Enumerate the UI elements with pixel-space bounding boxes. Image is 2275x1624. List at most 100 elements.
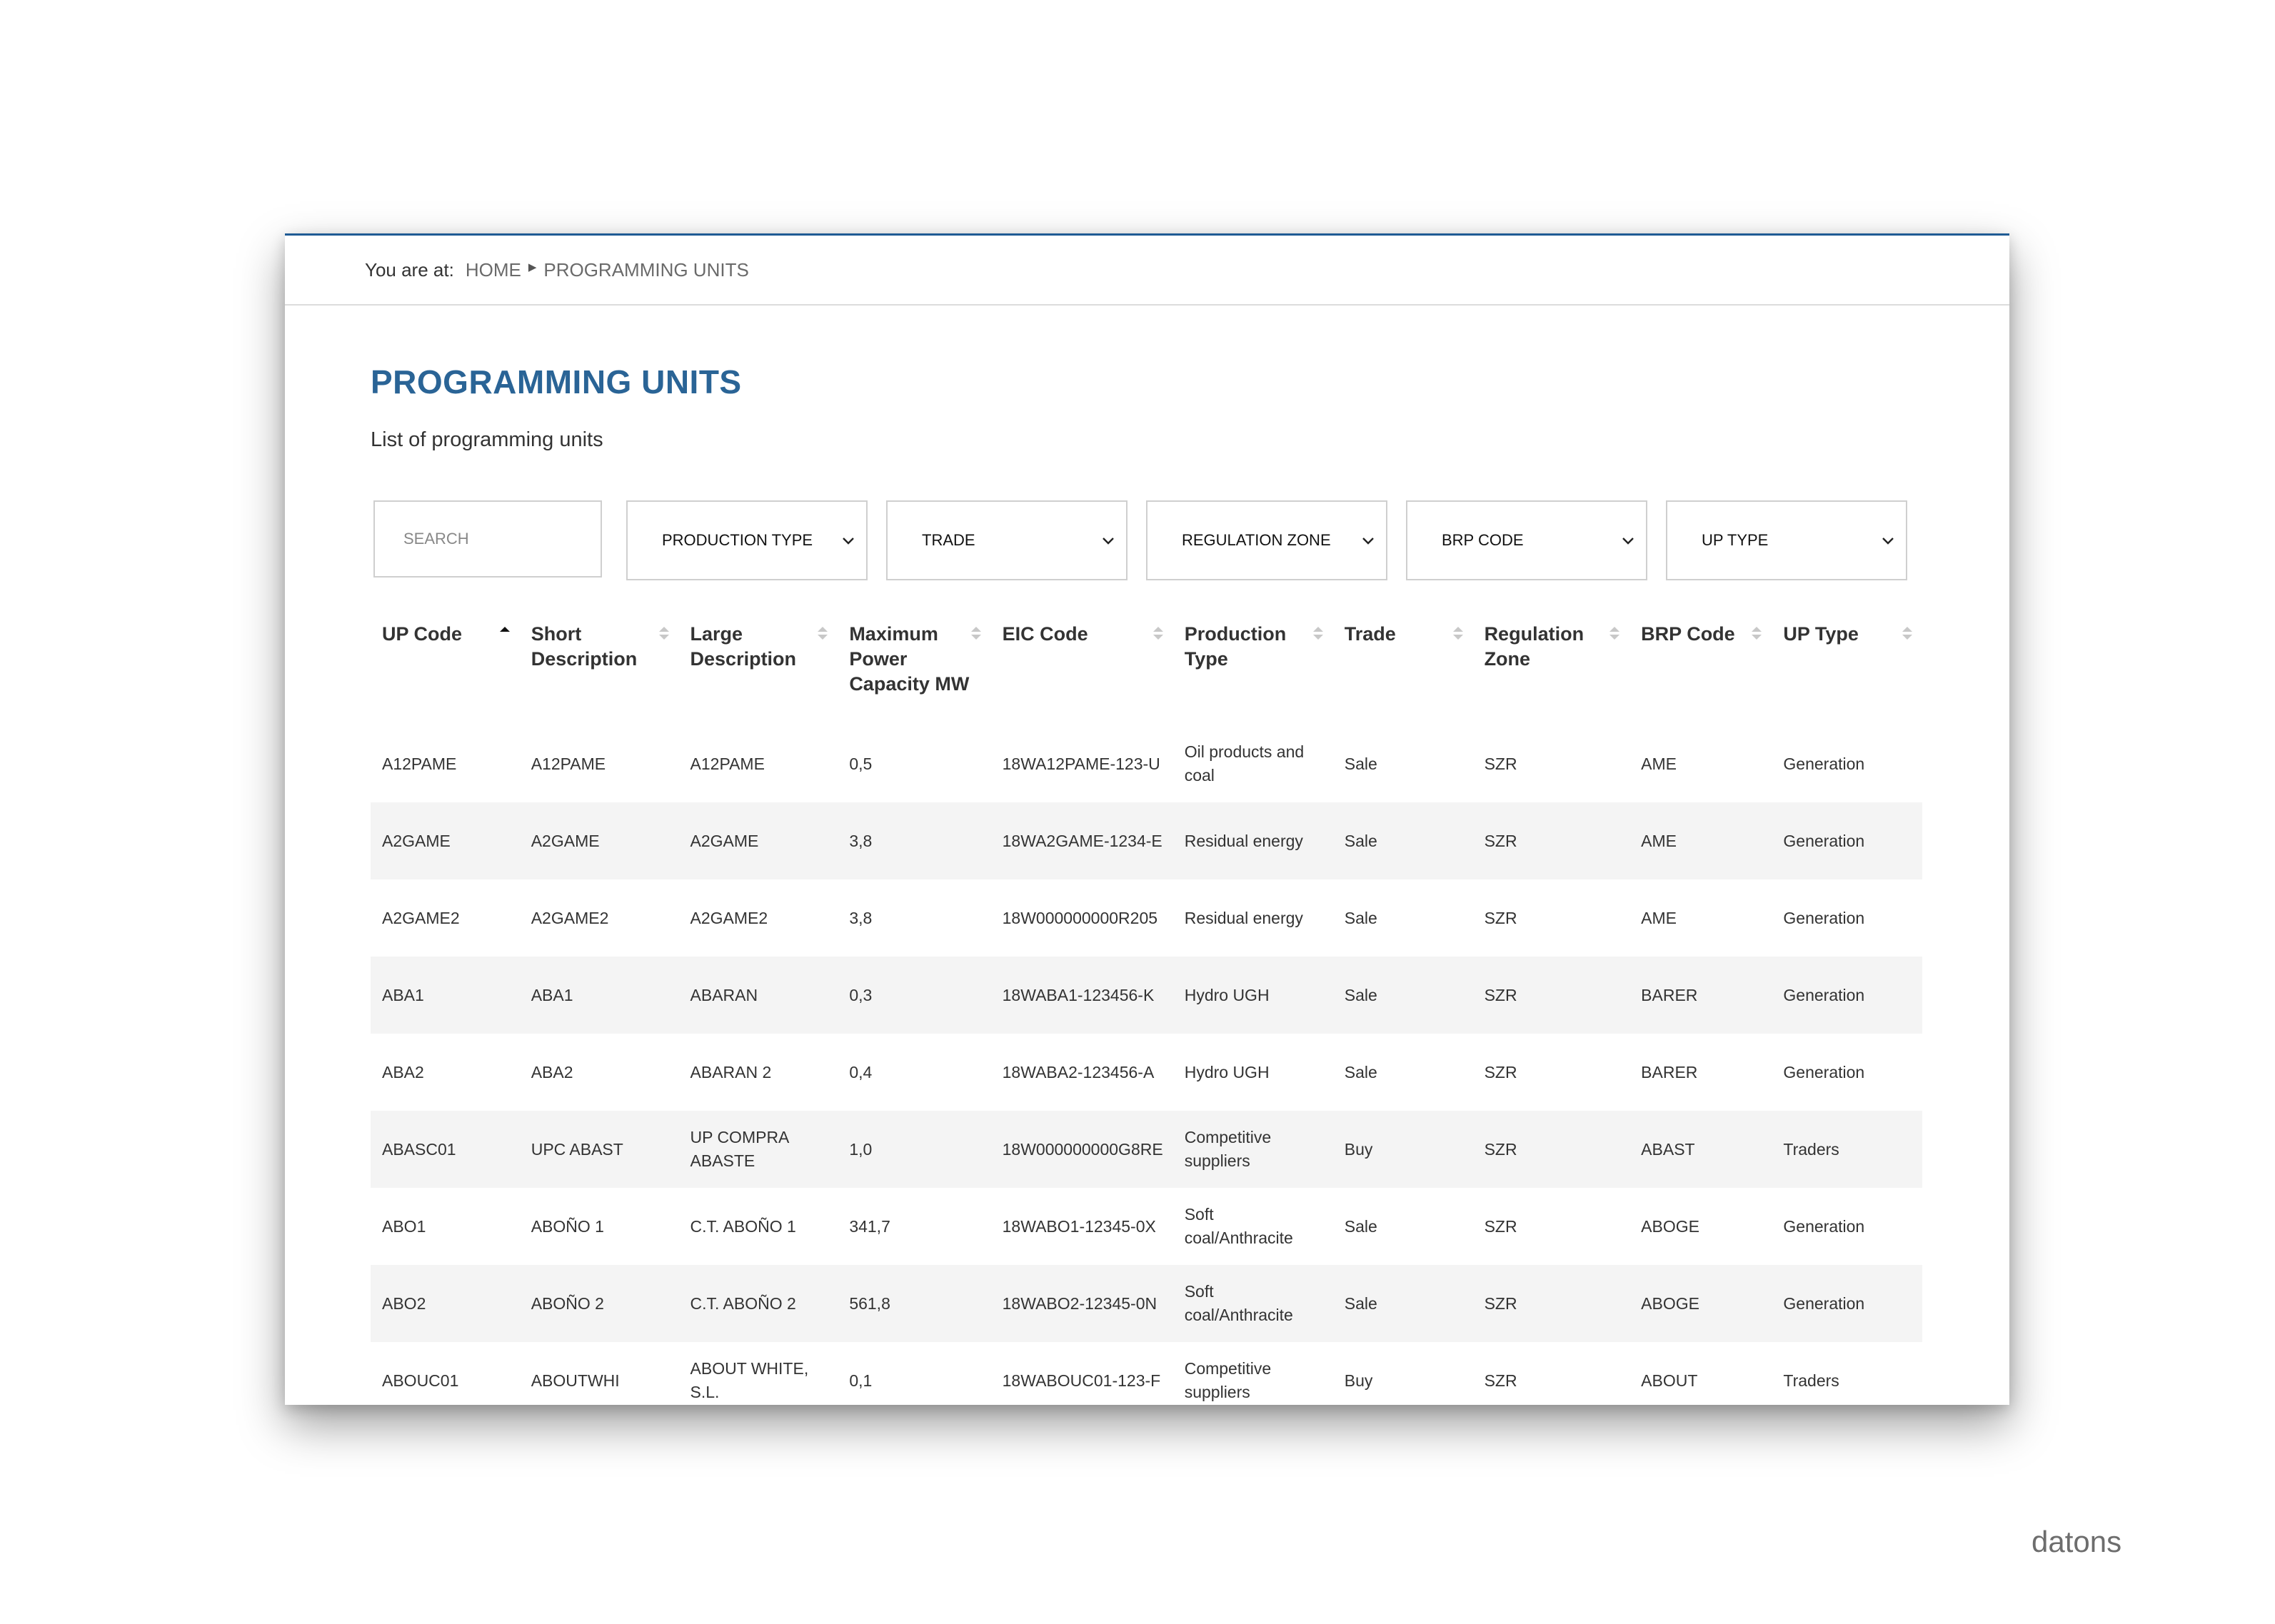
column-header-regulation-zone[interactable]: Regulation Zone	[1473, 609, 1630, 725]
column-header-production-type[interactable]: Production Type	[1173, 609, 1333, 725]
table-cell: ABOÑO 2	[519, 1265, 679, 1343]
column-header-large-description[interactable]: Large Description	[679, 609, 838, 725]
column-header-label: Regulation Zone	[1484, 623, 1585, 670]
table-cell: SZR	[1484, 754, 1517, 773]
table-row[interactable]: A2GAME2 A2GAME2 A2GAME2 3,8 18W000000000R205…	[371, 879, 1922, 957]
filter-select-regulation-zone[interactable]: REGULATION ZONE	[1146, 500, 1387, 580]
table-row[interactable]: ABA2 ABA2 ABARAN 2 0,4 18WABA2-123456-A Hydro…	[371, 1034, 1922, 1111]
chevron-down-icon	[1622, 538, 1634, 545]
table-cell: Soft coal/Anthracite	[1184, 1204, 1293, 1248]
column-header-label: UP Type	[1783, 623, 1859, 645]
table-cell: 18WABOUC01-123-F	[1002, 1371, 1161, 1390]
table-cell: Generation	[1772, 1265, 1922, 1343]
sort-icon[interactable]	[970, 625, 983, 642]
table-cell: ABOÑO 1	[531, 1216, 604, 1236]
table-row[interactable]: ABA1 ABA1 ABARAN 0,3 18WABA1-123456-K Hydro U…	[371, 957, 1922, 1034]
filter-select-production-type[interactable]: PRODUCTION TYPE	[626, 500, 868, 580]
sort-icon[interactable]	[816, 625, 829, 642]
table-cell: ABOUC01	[382, 1371, 459, 1390]
filter-select-label: REGULATION ZONE	[1182, 530, 1331, 549]
sort-icon[interactable]	[1312, 625, 1325, 642]
breadcrumb: You are at: HOME ▶ PROGRAMMING UNITS	[285, 236, 2009, 306]
table-cell: BARER	[1629, 957, 1772, 1034]
table-cell: C.T. ABOÑO 2	[678, 1265, 838, 1343]
table-row[interactable]: ABO2 ABOÑO 2 C.T. ABOÑO 2 561,8 18WABO2-1234…	[371, 1265, 1922, 1343]
breadcrumb-separator-icon: ▶	[528, 261, 537, 273]
table-cell: Sale	[1332, 802, 1473, 880]
column-header-eic-code[interactable]: EIC Code	[991, 609, 1173, 725]
table-body: A12PAME A12PAME A12PAME 0,5 18WA12PAME-123-U…	[371, 725, 1922, 1405]
table-row[interactable]: ABO1 ABOÑO 1 C.T. ABOÑO 1 341,7 18WABO1-1234…	[371, 1188, 1922, 1265]
sort-icon[interactable]	[1452, 625, 1465, 642]
filter-select-brp-code[interactable]: BRP CODE	[1406, 500, 1647, 580]
table-cell: ABA1	[371, 957, 520, 1034]
sort-icon[interactable]	[1750, 625, 1763, 642]
filter-select-label: BRP CODE	[1442, 530, 1524, 549]
table-cell: 0,1	[849, 1371, 873, 1390]
table-cell: A12PAME	[382, 754, 457, 773]
table-cell: 18WABA1-123456-K	[990, 957, 1173, 1034]
table-cell: Traders	[1772, 1111, 1922, 1189]
table-cell: ABA2	[382, 1062, 424, 1081]
table-cell: 0,5	[849, 754, 873, 773]
table-cell: 341,7	[849, 1216, 890, 1236]
table-cell: Soft coal/Anthracite	[1172, 1265, 1333, 1343]
table-row[interactable]: ABASC01 UPC ABAST UP COMPRA ABASTE 1,0 18W00…	[371, 1111, 1922, 1189]
table-cell: Hydro UGH	[1184, 1062, 1270, 1081]
column-header-up-type[interactable]: UP Type	[1772, 609, 1922, 725]
table-cell: SZR	[1472, 957, 1630, 1034]
filter-bar: SEARCH PRODUCTION TYPE TRADE REGULATION ZO…	[373, 500, 2009, 580]
page-title: PROGRAMMING UNITS	[371, 363, 742, 400]
table-row[interactable]: A12PAME A12PAME A12PAME 0,5 18WA12PAME-123-U…	[371, 725, 1922, 802]
chevron-down-icon	[1103, 538, 1114, 545]
app-window: You are at: HOME ▶ PROGRAMMING UNITS PRO…	[285, 233, 2009, 1405]
breadcrumb-current[interactable]: PROGRAMMING UNITS	[543, 259, 748, 281]
table-cell: 18WABA2-123456-A	[1002, 1062, 1155, 1081]
table-cell: ABA1	[519, 957, 679, 1034]
column-header-trade[interactable]: Trade	[1333, 609, 1473, 725]
sort-icon[interactable]	[1152, 625, 1165, 642]
table-cell: Sale	[1344, 1062, 1377, 1081]
breadcrumb-label: You are at:	[365, 258, 454, 281]
table-cell: SZR	[1484, 908, 1517, 927]
table-cell: Generation	[1783, 908, 1865, 927]
table-row[interactable]: A2GAME A2GAME A2GAME 3,8 18WA2GAME-1234-E Res…	[371, 802, 1922, 880]
filter-select-trade[interactable]: TRADE	[886, 500, 1128, 580]
sort-icon[interactable]	[1901, 625, 1914, 642]
chevron-down-icon	[1362, 538, 1374, 545]
table-cell: UPC ABAST	[519, 1111, 679, 1189]
table-cell: AME	[1641, 908, 1677, 927]
table-cell: Buy	[1332, 1111, 1473, 1189]
filter-selects: PRODUCTION TYPE TRADE REGULATION ZONE BRP C…	[626, 500, 1926, 580]
table-cell: AME	[1641, 754, 1677, 773]
table-row[interactable]: ABOUC01 ABOUTWHI ABOUT WHITE, S.L. 0,1 18WAB…	[371, 1342, 1922, 1405]
column-header-label: BRP Code	[1641, 623, 1735, 645]
table-cell: A2GAME2	[690, 908, 768, 927]
sort-icon[interactable]	[1608, 625, 1621, 642]
table-cell: Generation	[1772, 957, 1922, 1034]
table-cell: Sale	[1332, 1265, 1473, 1343]
table-cell: AME	[1629, 802, 1772, 880]
column-header-short-description[interactable]: Short Description	[520, 609, 679, 725]
column-header-maximum-power-capacity-mw[interactable]: Maximum Power Capacity MW	[838, 609, 990, 725]
table-cell: ABOUTWHI	[531, 1371, 620, 1390]
search-input[interactable]: SEARCH	[373, 500, 602, 578]
table-cell: BARER	[1641, 1062, 1698, 1081]
table-cell: 561,8	[838, 1265, 991, 1343]
chevron-down-icon	[1882, 538, 1894, 545]
sort-icon[interactable]	[658, 625, 671, 642]
table-cell: ABO1	[382, 1216, 426, 1236]
column-header-brp-code[interactable]: BRP Code	[1629, 609, 1772, 725]
table-cell: 0,4	[849, 1062, 873, 1081]
table-cell: ABOUT WHITE, S.L.	[690, 1358, 809, 1402]
filter-select-up-type[interactable]: UP TYPE	[1666, 500, 1907, 580]
table-cell: 1,0	[838, 1111, 991, 1189]
table-cell: Traders	[1783, 1371, 1839, 1390]
table-cell: Sale	[1344, 908, 1377, 927]
sort-ascending-icon[interactable]	[498, 625, 511, 642]
table-cell: UP COMPRA ABASTE	[678, 1111, 838, 1189]
breadcrumb-home-link[interactable]: HOME	[466, 259, 521, 281]
table-cell: 18W000000000G8RE	[990, 1111, 1173, 1189]
table-cell: SZR	[1472, 1265, 1630, 1343]
column-header-up-code[interactable]: UP Code	[371, 609, 520, 725]
